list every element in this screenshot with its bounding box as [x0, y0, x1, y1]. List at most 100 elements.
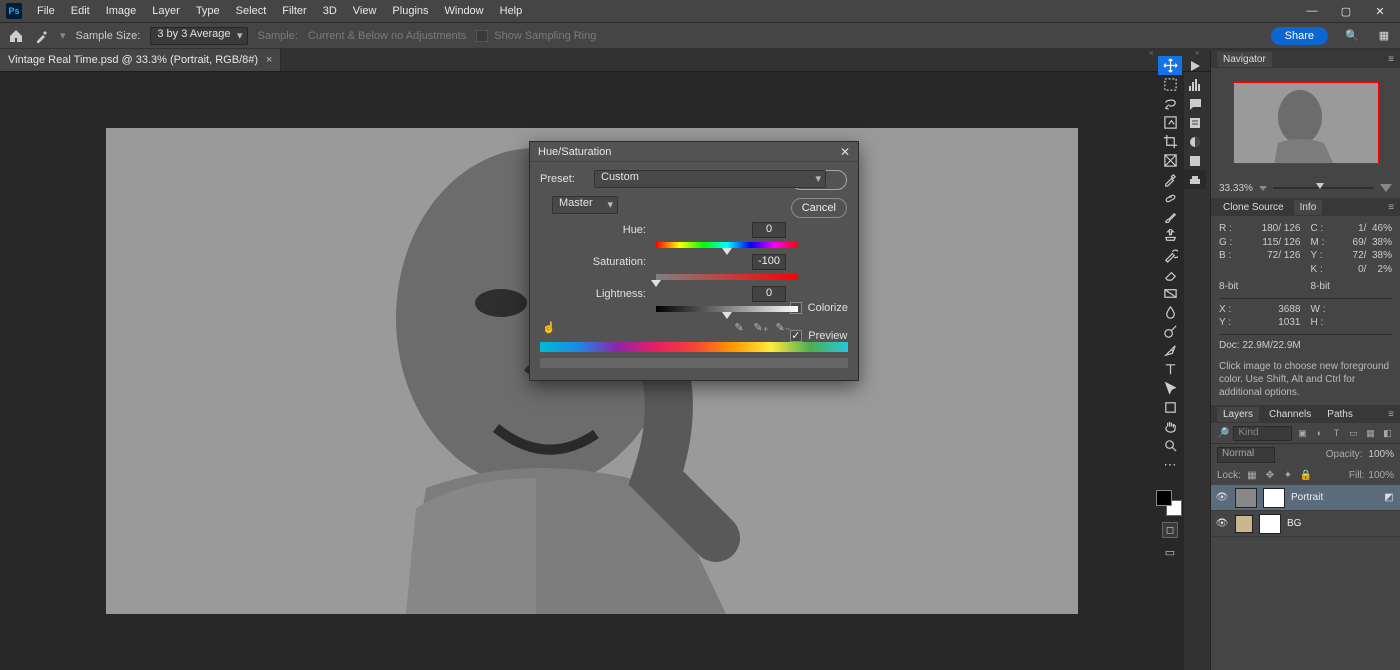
window-restore-icon[interactable]: ▢ — [1332, 2, 1360, 20]
visibility-icon[interactable]: 👁 — [1215, 492, 1229, 503]
menu-view[interactable]: View — [346, 3, 384, 19]
cancel-button[interactable]: Cancel — [791, 198, 847, 218]
opacity-value[interactable]: 100% — [1368, 449, 1394, 460]
filter-toggle-icon[interactable]: ◧ — [1381, 427, 1394, 440]
clone-stamp-tool[interactable] — [1158, 227, 1182, 246]
type-tool[interactable] — [1158, 360, 1182, 379]
navigator-tab[interactable]: Navigator — [1217, 52, 1272, 67]
filter-shape-icon[interactable]: ▭ — [1347, 427, 1360, 440]
panel-menu-icon[interactable]: ≡ — [1388, 202, 1394, 213]
marquee-tool[interactable] — [1158, 75, 1182, 94]
color-swatches[interactable] — [1156, 490, 1182, 516]
layers-tab[interactable]: Layers — [1217, 407, 1259, 422]
lock-position-icon[interactable]: ✥ — [1263, 468, 1277, 482]
fill-value[interactable]: 100% — [1368, 470, 1394, 481]
close-icon[interactable]: × — [266, 54, 272, 66]
layers-filter-input[interactable]: Kind — [1233, 426, 1292, 441]
dialog-titlebar[interactable]: Hue/Saturation ✕ — [530, 142, 858, 162]
menu-select[interactable]: Select — [229, 3, 274, 19]
panel-menu-icon[interactable]: ≡ — [1388, 409, 1394, 420]
colorize-checkbox[interactable]: Colorize — [790, 302, 848, 314]
filter-adjust-icon[interactable]: ◐ — [1313, 427, 1326, 440]
channel-select[interactable]: Master — [552, 196, 618, 214]
menu-filter[interactable]: Filter — [275, 3, 313, 19]
menu-type[interactable]: Type — [189, 3, 227, 19]
menu-help[interactable]: Help — [493, 3, 530, 19]
on-image-adjust-icon[interactable]: ☝ — [540, 318, 558, 336]
eyedropper-tool[interactable] — [1158, 170, 1182, 189]
workspace-switcher-icon[interactable]: ▦ — [1376, 28, 1392, 44]
dodge-tool[interactable] — [1158, 322, 1182, 341]
filter-pixmap-icon[interactable]: ▣ — [1296, 427, 1309, 440]
window-minimize-icon[interactable]: — — [1298, 2, 1326, 20]
menu-image[interactable]: Image — [99, 3, 144, 19]
saturation-value-input[interactable]: -100 — [752, 254, 786, 270]
layer-thumbnail[interactable] — [1235, 488, 1257, 508]
path-select-tool[interactable] — [1158, 379, 1182, 398]
document-tab[interactable]: Vintage Real Time.psd @ 33.3% (Portrait,… — [0, 49, 281, 71]
menu-plugins[interactable]: Plugins — [385, 3, 435, 19]
sample-size-select[interactable]: 3 by 3 Average — [150, 27, 247, 45]
layer-mask-thumbnail[interactable] — [1263, 488, 1285, 508]
screen-mode-icon[interactable]: ▭ — [1162, 544, 1178, 560]
eyedropper-icon[interactable]: ✎ — [732, 320, 746, 334]
menu-window[interactable]: Window — [438, 3, 491, 19]
properties-icon[interactable] — [1184, 113, 1206, 132]
quick-mask-icon[interactable]: ◻ — [1162, 522, 1178, 538]
blur-tool[interactable] — [1158, 303, 1182, 322]
panel-grip-icon[interactable]: « — [1149, 48, 1159, 56]
frame-tool[interactable] — [1158, 151, 1182, 170]
info-tab[interactable]: Info — [1294, 200, 1323, 215]
navigator-zoom-slider[interactable] — [1273, 187, 1374, 189]
lasso-tool[interactable] — [1158, 94, 1182, 113]
layer-thumbnail[interactable] — [1235, 515, 1253, 533]
panel-menu-icon[interactable]: ≡ — [1388, 54, 1394, 65]
pen-tool[interactable] — [1158, 341, 1182, 360]
object-select-tool[interactable] — [1158, 113, 1182, 132]
histogram-icon[interactable] — [1184, 75, 1206, 94]
lightness-slider[interactable] — [656, 306, 798, 312]
plugin-icon[interactable] — [1184, 170, 1206, 189]
navigator-zoom-value[interactable]: 33.33% — [1219, 183, 1253, 194]
window-close-icon[interactable]: ✕ — [1366, 2, 1394, 20]
hue-value-input[interactable]: 0 — [752, 222, 786, 238]
menu-file[interactable]: File — [30, 3, 62, 19]
zoom-tool[interactable] — [1158, 436, 1182, 455]
eyedropper-subtract-icon[interactable]: ✎₋ — [776, 320, 790, 334]
clone-source-tab[interactable]: Clone Source — [1217, 200, 1290, 215]
smart-object-icon[interactable]: ◩ — [1382, 491, 1396, 505]
adjustments-icon[interactable] — [1184, 132, 1206, 151]
close-icon[interactable]: ✕ — [840, 145, 850, 159]
share-button[interactable]: Share — [1271, 27, 1328, 45]
history-brush-tool[interactable] — [1158, 246, 1182, 265]
zoom-out-icon[interactable] — [1259, 186, 1267, 191]
crop-tool[interactable] — [1158, 132, 1182, 151]
shape-tool[interactable] — [1158, 398, 1182, 417]
comments-icon[interactable] — [1184, 94, 1206, 113]
lock-artboard-icon[interactable]: ✦ — [1281, 468, 1295, 482]
layer-row[interactable]: 👁 Portrait ◩ — [1211, 485, 1400, 511]
move-tool[interactable] — [1158, 56, 1182, 75]
brush-tool[interactable] — [1158, 208, 1182, 227]
visibility-icon[interactable]: 👁 — [1215, 518, 1229, 529]
navigator-thumbnail[interactable] — [1211, 68, 1400, 178]
gradient-tool[interactable] — [1158, 284, 1182, 303]
layer-name[interactable]: BG — [1287, 518, 1396, 529]
home-icon[interactable] — [8, 28, 24, 44]
lock-all-icon[interactable]: 🔒 — [1299, 468, 1313, 482]
layer-name[interactable]: Portrait — [1291, 492, 1376, 503]
filter-type-icon[interactable]: T — [1330, 427, 1343, 440]
panel-grip-icon[interactable]: « — [1195, 48, 1205, 56]
preset-select[interactable]: Custom — [594, 170, 826, 188]
healing-brush-tool[interactable] — [1158, 189, 1182, 208]
menu-edit[interactable]: Edit — [64, 3, 97, 19]
lock-pixels-icon[interactable]: ▦ — [1245, 468, 1259, 482]
hand-tool[interactable] — [1158, 417, 1182, 436]
preview-checkbox[interactable]: Preview — [790, 330, 847, 342]
layer-row[interactable]: 👁 BG — [1211, 511, 1400, 537]
eyedropper-add-icon[interactable]: ✎₊ — [754, 320, 768, 334]
foreground-color-swatch[interactable] — [1156, 490, 1172, 506]
libraries-icon[interactable] — [1184, 151, 1206, 170]
zoom-in-icon[interactable] — [1380, 184, 1392, 192]
hue-slider[interactable] — [656, 242, 798, 248]
